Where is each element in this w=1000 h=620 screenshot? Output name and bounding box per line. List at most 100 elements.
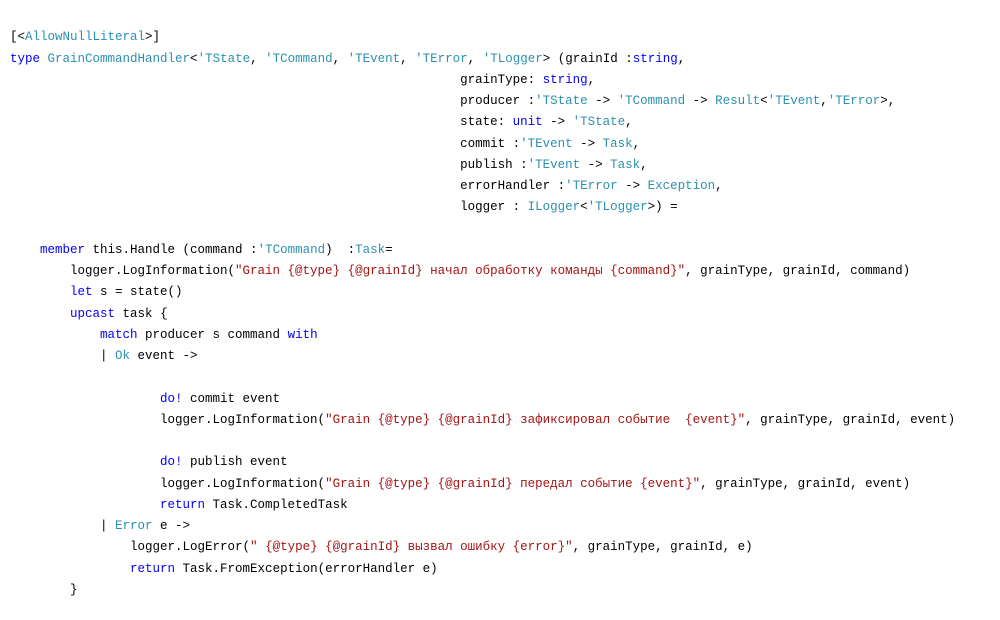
type-param: 'TEvent xyxy=(768,94,821,108)
indent xyxy=(10,346,100,367)
param-name: producer : xyxy=(460,94,535,108)
indent xyxy=(10,304,70,325)
indent xyxy=(10,155,460,176)
args: , grainType, grainId, command) xyxy=(685,264,910,278)
arrow: -> xyxy=(685,94,715,108)
lt: < xyxy=(760,94,768,108)
call: logger.LogError( xyxy=(130,540,250,554)
line-attr: [<AllowNullLiteral>] xyxy=(10,30,160,44)
kw-with: with xyxy=(288,328,318,342)
param-name: grainType: xyxy=(460,73,543,87)
member-sig: this.Handle (command : xyxy=(85,243,258,257)
type-param: 'TCommand xyxy=(258,243,326,257)
line-let: let s = state() xyxy=(10,285,183,299)
line-log: logger.LogInformation("Grain {@type} {@g… xyxy=(10,477,910,491)
comma: , xyxy=(888,94,896,108)
line-return: return Task.FromException(errorHandler e… xyxy=(10,562,438,576)
type-task: Task xyxy=(355,243,385,257)
indent xyxy=(10,559,130,580)
sp xyxy=(115,307,123,321)
kw-let: let xyxy=(70,285,93,299)
typename: GrainCommandHandler xyxy=(40,52,190,66)
kw-member: member xyxy=(40,243,85,257)
sep: , xyxy=(250,52,265,66)
indent xyxy=(10,580,70,601)
type-exception: Exception xyxy=(648,179,716,193)
line-typedecl: type GrainCommandHandler<'TState, 'TComm… xyxy=(10,52,685,66)
type-param: 'TEvent xyxy=(520,137,573,151)
args: , grainType, grainId, event) xyxy=(700,477,910,491)
error-ctor: Error xyxy=(115,519,153,533)
let-body: s = state() xyxy=(93,285,183,299)
type-param: 'TState xyxy=(198,52,251,66)
close: ) : xyxy=(325,243,355,257)
type-task: Task xyxy=(603,137,633,151)
indent xyxy=(10,325,100,346)
close: ) = xyxy=(655,200,678,214)
indent xyxy=(10,410,160,431)
indent xyxy=(10,282,70,303)
line-log: logger.LogInformation("Grain {@type} {@g… xyxy=(10,413,955,427)
code-block: [<AllowNullLiteral>] type GrainCommandHa… xyxy=(0,0,1000,607)
kw-return: return xyxy=(160,498,205,512)
comma: , xyxy=(678,52,686,66)
indent xyxy=(10,112,460,133)
attribute-name: AllowNullLiteral xyxy=(25,30,145,44)
arrow: -> xyxy=(573,137,603,151)
args: , grainType, grainId, e) xyxy=(573,540,753,554)
line-param: grainType: string, xyxy=(10,73,595,87)
indent xyxy=(10,240,40,261)
comma: , xyxy=(820,94,828,108)
line-match: match producer s command with xyxy=(10,328,318,342)
arrow: e -> xyxy=(153,519,191,533)
kw-match: match xyxy=(100,328,138,342)
arrow: -> xyxy=(618,179,648,193)
type-param: 'TEvent xyxy=(348,52,401,66)
task-ce: task xyxy=(123,307,153,321)
comma: , xyxy=(625,115,633,129)
bracket: [< xyxy=(10,30,25,44)
param-name: logger : xyxy=(460,200,528,214)
ok-ctor: Ok xyxy=(115,349,130,363)
param-open: (grainId : xyxy=(550,52,633,66)
type-param: 'TError xyxy=(415,52,468,66)
bracket: >] xyxy=(145,30,160,44)
arrow: -> xyxy=(580,158,610,172)
indent xyxy=(10,70,460,91)
param-name: errorHandler : xyxy=(460,179,565,193)
kw-type: type xyxy=(10,52,40,66)
args: , grainType, grainId, event) xyxy=(745,413,955,427)
call: logger.LogInformation( xyxy=(70,264,235,278)
indent xyxy=(10,495,160,516)
indent xyxy=(10,91,460,112)
indent xyxy=(10,452,160,473)
eq: = xyxy=(385,243,393,257)
sep: , xyxy=(400,52,415,66)
type-result: Result xyxy=(715,94,760,108)
line-param: state: unit -> 'TState, xyxy=(10,115,633,129)
call: logger.LogInformation( xyxy=(160,477,325,491)
line-log: logger.LogInformation("Grain {@type} {@g… xyxy=(10,264,910,278)
arrow: -> xyxy=(543,115,573,129)
param-name: commit : xyxy=(460,137,520,151)
line-close-brace: } xyxy=(10,583,78,597)
brace: { xyxy=(153,307,168,321)
line-do-commit: do! commit event xyxy=(10,392,280,406)
type-ilogger: ILogger xyxy=(528,200,581,214)
kw-do: do! xyxy=(160,455,183,469)
indent xyxy=(10,474,160,495)
arrow: -> xyxy=(588,94,618,108)
type-string: string xyxy=(543,73,588,87)
sep: , xyxy=(333,52,348,66)
type-param: 'TState xyxy=(573,115,626,129)
line-upcast: upcast task { xyxy=(10,307,168,321)
line-param: publish :'TEvent -> Task, xyxy=(10,158,648,172)
string-literal: "Grain {@type} {@grainId} зафиксировал с… xyxy=(325,413,745,427)
type-param: 'TError xyxy=(565,179,618,193)
lt: < xyxy=(580,200,588,214)
expr: publish event xyxy=(183,455,288,469)
type-unit: unit xyxy=(513,115,543,129)
indent xyxy=(10,537,130,558)
type-task: Task xyxy=(610,158,640,172)
param-name: state: xyxy=(460,115,513,129)
